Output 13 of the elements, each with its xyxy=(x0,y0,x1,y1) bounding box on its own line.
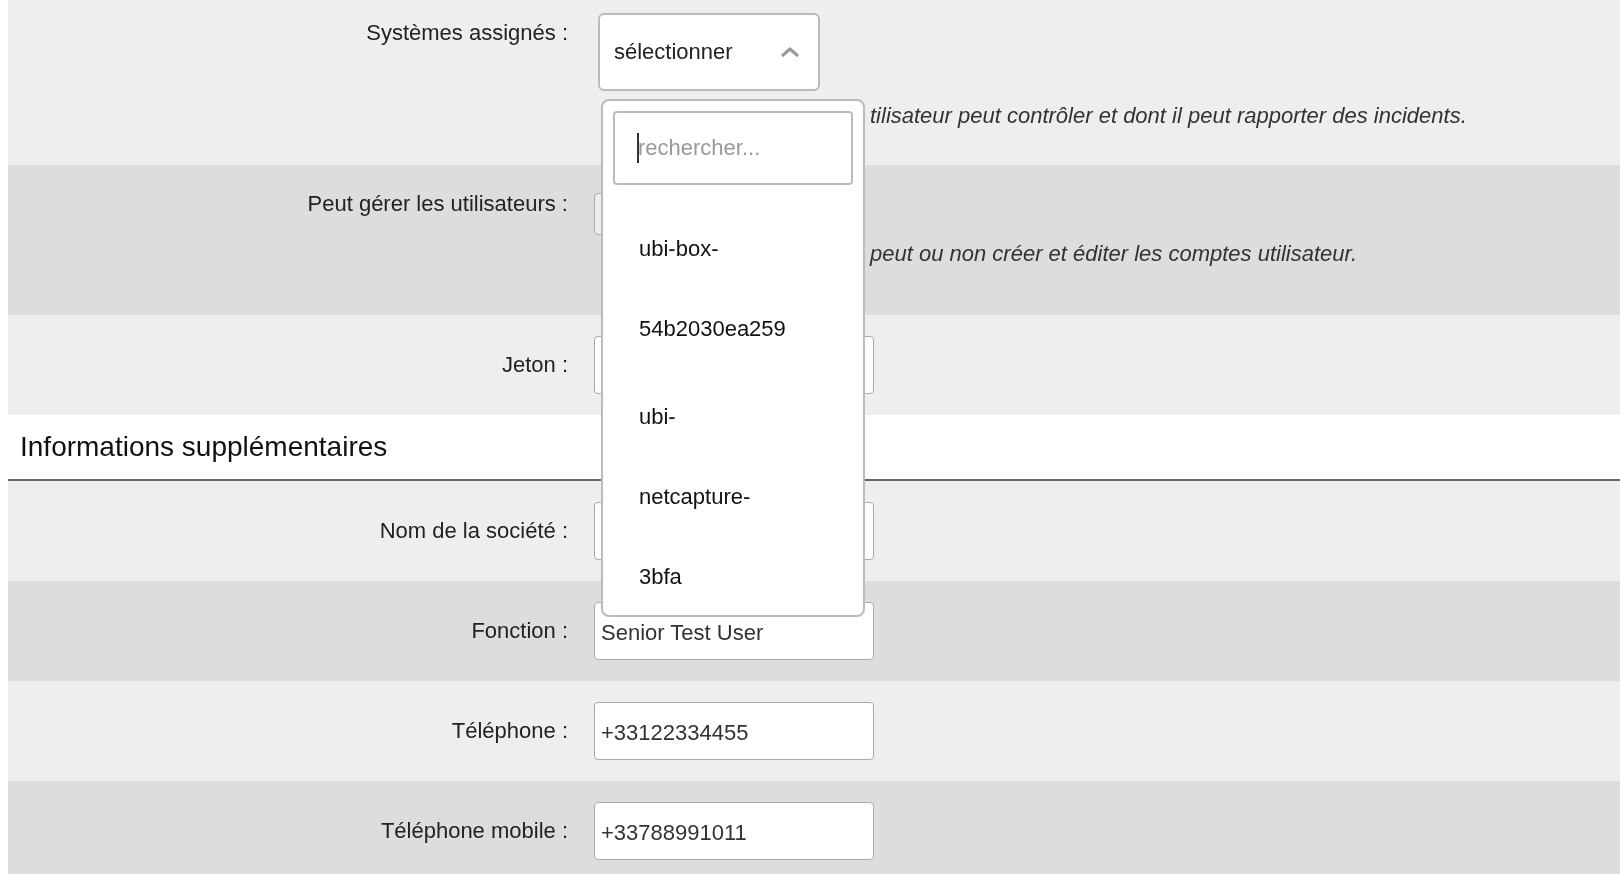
field-label: Nom de la société : xyxy=(378,518,568,544)
field-description: peut ou non créer et éditer les comptes utilisateur. xyxy=(870,241,1358,267)
field-label: Fonction : xyxy=(470,618,568,644)
text-field[interactable]: +33788991011 xyxy=(594,802,874,860)
section-title: Informations supplémentaires xyxy=(20,431,388,463)
select-button[interactable]: sélectionner xyxy=(598,13,820,91)
field-label: Téléphone mobile : xyxy=(379,818,568,844)
field-label: Systèmes assignés : xyxy=(365,19,568,47)
field-description: tilisateur peut contrôler et dont il peut rapporter des incidents. xyxy=(870,103,1467,129)
field-label: Jeton : xyxy=(500,352,568,378)
field-label: Téléphone : xyxy=(450,718,568,744)
text-field[interactable]: +33122334455 xyxy=(594,702,874,760)
field-label: Peut gérer les utilisateurs : xyxy=(306,190,568,218)
